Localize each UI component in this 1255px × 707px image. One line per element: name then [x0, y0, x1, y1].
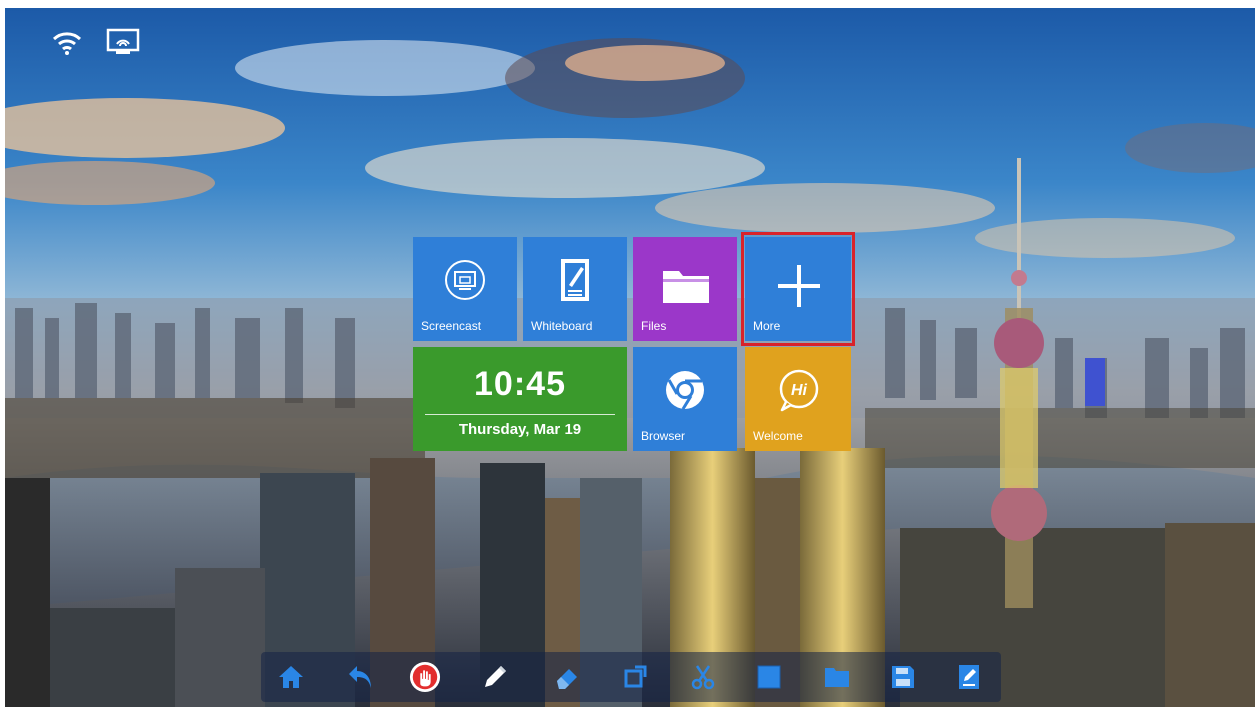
undo-icon[interactable] [345, 661, 377, 693]
svg-text:Hi: Hi [791, 382, 808, 399]
stop-hand-icon[interactable] [409, 661, 441, 693]
screen-share-icon[interactable] [105, 26, 141, 60]
folder-icon [663, 271, 709, 303]
browser-tile[interactable]: Browser [633, 347, 737, 451]
status-bar [49, 26, 141, 60]
whiteboard-label: Whiteboard [531, 319, 593, 333]
city-skyline-wallpaper [5, 8, 1255, 707]
edit-note-icon[interactable] [953, 661, 985, 693]
whiteboard-tile[interactable]: Whiteboard [523, 237, 627, 341]
home-screen: Screencast Whiteboard Files More 10:45 T… [5, 8, 1255, 707]
save-icon[interactable] [887, 661, 919, 693]
clock-time: 10:45 [474, 365, 566, 403]
screencast-tile[interactable]: Screencast [413, 237, 517, 341]
screencast-icon [445, 260, 485, 300]
clock-date: Thursday, Mar 19 [458, 421, 582, 438]
clock-divider [425, 414, 615, 415]
whiteboard-icon [561, 259, 589, 301]
bottom-toolbar [261, 652, 1001, 702]
hi-bubble-icon: Hi [779, 369, 819, 412]
folder-icon[interactable] [821, 661, 853, 693]
more-highlight-box [741, 232, 855, 346]
files-tile[interactable]: Files [633, 237, 737, 341]
browser-label: Browser [641, 429, 686, 443]
pen-icon[interactable] [479, 661, 511, 693]
screencast-label: Screencast [421, 319, 482, 333]
welcome-tile[interactable]: Hi Welcome [745, 347, 851, 451]
home-icon[interactable] [275, 661, 307, 693]
scissors-icon[interactable] [687, 661, 719, 693]
square-icon[interactable] [753, 661, 785, 693]
crop-icon[interactable] [619, 661, 651, 693]
clock-tile[interactable]: 10:45 Thursday, Mar 19 [413, 347, 627, 451]
wifi-icon[interactable] [49, 26, 85, 60]
chrome-icon [666, 371, 704, 410]
eraser-icon[interactable] [551, 661, 583, 693]
welcome-label: Welcome [753, 429, 803, 443]
files-label: Files [641, 319, 667, 333]
